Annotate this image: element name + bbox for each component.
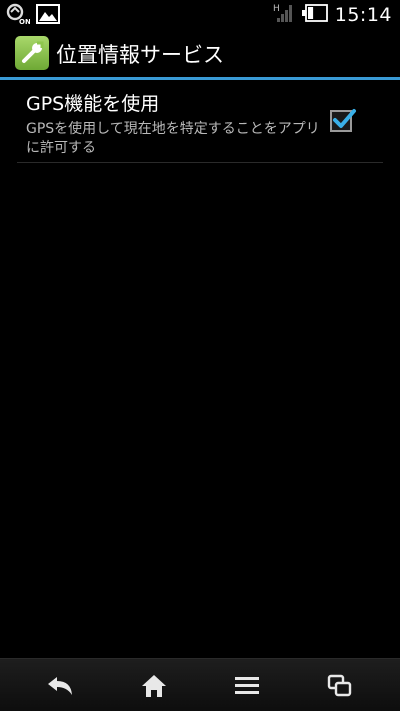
navigation-bar xyxy=(0,658,400,711)
menu-icon xyxy=(235,677,259,694)
gps-preference-row[interactable]: GPS機能を使用 GPSを使用して現在地を特定することをアプリに許可する xyxy=(17,84,383,163)
action-bar: 位置情報サービス xyxy=(0,29,400,77)
recent-apps-button[interactable] xyxy=(322,671,358,701)
home-icon xyxy=(142,675,166,697)
back-button[interactable] xyxy=(42,671,78,701)
menu-button[interactable] xyxy=(229,671,265,701)
preference-title: GPS機能を使用 xyxy=(26,93,160,115)
svg-text:ON: ON xyxy=(19,18,30,25)
battery-icon xyxy=(301,3,328,26)
status-bar: ON H 15:14 xyxy=(0,0,400,29)
page-title: 位置情報サービス xyxy=(56,43,224,67)
signal-type-label: H xyxy=(273,4,280,14)
action-bar-divider xyxy=(0,77,400,80)
screen: ON H 15:14 位置情報サービス GPS機能を使用 GPSを使用して現在地… xyxy=(0,0,400,711)
wrench-icon xyxy=(15,36,49,70)
home-button[interactable] xyxy=(136,671,172,701)
clock: 15:14 xyxy=(334,3,392,26)
gps-checkbox[interactable] xyxy=(330,109,356,132)
back-icon xyxy=(48,677,72,695)
notification-icons: ON xyxy=(6,3,60,25)
location-on-icon: ON xyxy=(6,3,30,25)
image-icon xyxy=(36,3,60,25)
signal-icon: H xyxy=(273,2,295,28)
recent-apps-icon xyxy=(327,674,352,697)
system-icons: H 15:14 xyxy=(273,2,392,27)
preference-summary: GPSを使用して現在地を特定することをアプリに許可する xyxy=(26,121,320,156)
checkmark-icon xyxy=(333,109,356,128)
